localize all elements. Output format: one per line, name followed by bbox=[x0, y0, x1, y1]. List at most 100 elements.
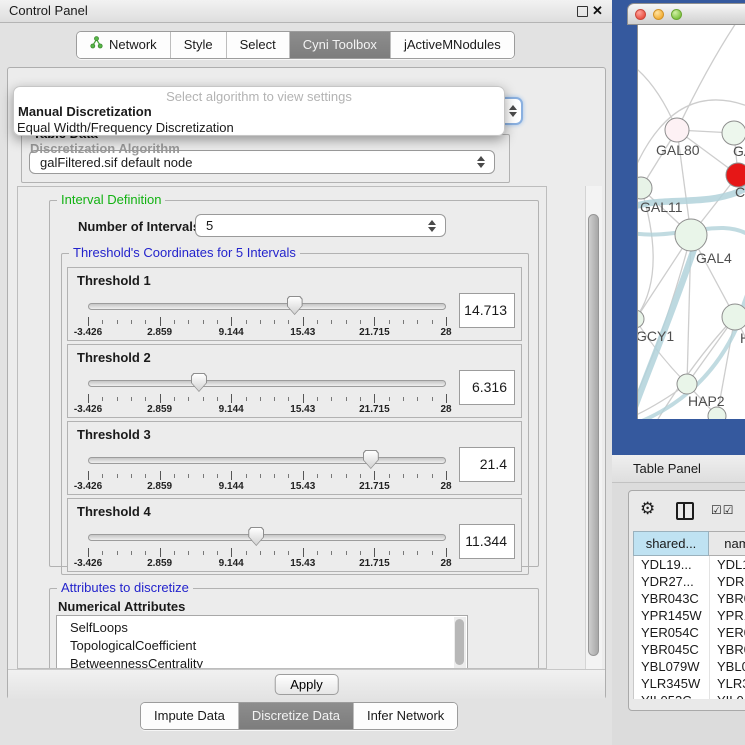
zoom-traffic-light-icon[interactable] bbox=[671, 9, 682, 20]
table-row[interactable]: YBR043CYBR0 bbox=[634, 590, 745, 607]
axis-tick-label: 15.43 bbox=[290, 558, 315, 569]
threshold-1-value-field[interactable]: 14.713 bbox=[459, 293, 515, 328]
spinner-stepper-icon bbox=[428, 220, 437, 232]
network-graph: GAL80GACGAL11GAL4GCY1HHAP2 bbox=[638, 25, 745, 419]
table-cell: YPR1 bbox=[710, 607, 745, 624]
table-row[interactable]: YBL079WYBL0 bbox=[634, 658, 745, 675]
threshold-4-value-field[interactable]: 11.344 bbox=[459, 524, 515, 559]
slider-thumb[interactable] bbox=[287, 296, 303, 315]
table-row[interactable]: YER054CYER0 bbox=[634, 624, 745, 641]
settings-scrollbar-thumb[interactable] bbox=[588, 214, 599, 656]
axis-tick-label: 21.715 bbox=[359, 327, 390, 338]
axis-tick-label: -3.426 bbox=[74, 558, 102, 569]
dropdown-option-manual-discretization[interactable]: Manual Discretization bbox=[18, 104, 152, 119]
close-icon[interactable]: ✕ bbox=[592, 0, 603, 22]
network-window-titlebar[interactable] bbox=[627, 3, 745, 25]
axis-tick-label: 2.859 bbox=[147, 327, 172, 338]
axis-tick-label: 28 bbox=[440, 558, 451, 569]
list-item[interactable]: BetweennessCentrality bbox=[57, 655, 467, 669]
network-view-canvas[interactable]: GAL80GACGAL11GAL4GCY1HHAP2 bbox=[637, 25, 745, 419]
tab-label: Impute Data bbox=[154, 703, 225, 729]
numerical-attributes-list[interactable]: SelfLoops TopologicalCoefficient Between… bbox=[56, 615, 468, 669]
table-row[interactable]: YBR045CYBR0 bbox=[634, 641, 745, 658]
network-node[interactable] bbox=[675, 219, 707, 251]
axis-tick-label: 2.859 bbox=[147, 558, 172, 569]
slider-track bbox=[88, 534, 446, 541]
tab-cyni-toolbox[interactable]: Cyni Toolbox bbox=[290, 32, 391, 58]
number-of-intervals-label: Number of Intervals bbox=[78, 219, 200, 234]
slider-thumb[interactable] bbox=[191, 373, 207, 392]
list-scrollbar-thumb[interactable] bbox=[455, 619, 464, 665]
table-panel-toolbar: ⚙ ☑☑ bbox=[629, 491, 745, 531]
tab-label: Infer Network bbox=[367, 703, 444, 729]
dropdown-option-equal-width-frequency[interactable]: Equal Width/Frequency Discretization bbox=[17, 120, 234, 135]
settings-vertical-scrollbar[interactable] bbox=[585, 186, 602, 669]
network-node-label: GAL11 bbox=[640, 199, 683, 215]
app-root: Control Panel ✕ Network Style Select Cy bbox=[0, 0, 745, 745]
slider-track bbox=[88, 457, 446, 464]
interval-definition-group-title: Interval Definition bbox=[57, 193, 165, 207]
slider-thumb[interactable] bbox=[248, 527, 264, 546]
network-node[interactable] bbox=[722, 121, 745, 145]
slider-ruler bbox=[88, 394, 446, 403]
list-scrollbar[interactable] bbox=[454, 617, 466, 669]
threshold-4-panel: Threshold 4 -3.4262.8599.14415.4321.7152… bbox=[67, 498, 522, 572]
apply-row: Apply bbox=[8, 669, 605, 699]
axis-tick-label: 9.144 bbox=[219, 404, 244, 415]
tab-impute-data[interactable]: Impute Data bbox=[141, 703, 239, 729]
network-node[interactable] bbox=[677, 374, 697, 394]
tab-discretize-data[interactable]: Discretize Data bbox=[239, 703, 354, 729]
gear-icon[interactable]: ⚙ bbox=[640, 499, 655, 519]
network-node[interactable] bbox=[638, 310, 644, 328]
tab-label: jActiveMNodules bbox=[404, 32, 501, 58]
threshold-3-value-field[interactable]: 21.4 bbox=[459, 447, 515, 482]
table-panel-inner: ⚙ ☑☑ shared... name YDL19...YDL1YDR27...… bbox=[628, 490, 745, 711]
thresholds-group: Threshold's Coordinates for 5 Intervals … bbox=[61, 253, 529, 575]
table-row[interactable]: YLR345WYLR3 bbox=[634, 675, 745, 692]
desktop-area: GAL80GACGAL11GAL4GCY1HHAP2 Table Panel ⚙… bbox=[612, 0, 745, 745]
list-item[interactable]: SelfLoops bbox=[57, 619, 467, 637]
column-header-shared-name[interactable]: shared... bbox=[633, 531, 709, 556]
tab-style[interactable]: Style bbox=[171, 32, 227, 58]
split-view-icon[interactable] bbox=[676, 502, 694, 520]
algorithm-combobox-edge[interactable] bbox=[505, 97, 523, 125]
tab-label: Style bbox=[184, 32, 213, 58]
column-header-name[interactable]: name bbox=[709, 531, 745, 556]
table-row[interactable]: YPR145WYPR1 bbox=[634, 607, 745, 624]
threshold-1-panel: Threshold 1 -3.4262.8599.14415.4321.7152… bbox=[67, 267, 522, 341]
table-row[interactable]: YDL19...YDL1 bbox=[634, 556, 745, 573]
axis-tick-label: 9.144 bbox=[219, 481, 244, 492]
minimize-traffic-light-icon[interactable] bbox=[653, 9, 664, 20]
apply-button[interactable]: Apply bbox=[274, 674, 339, 695]
table-row[interactable]: YIL052CYIL0 bbox=[634, 692, 745, 699]
threshold-4-slider[interactable]: -3.4262.8599.14415.4321.71528 bbox=[88, 527, 446, 567]
axis-tick-label: 15.43 bbox=[290, 404, 315, 415]
tab-jactivemnodules[interactable]: jActiveMNodules bbox=[391, 32, 514, 58]
tab-infer-network[interactable]: Infer Network bbox=[354, 703, 457, 729]
network-node[interactable] bbox=[665, 118, 689, 142]
slider-ruler bbox=[88, 317, 446, 326]
threshold-3-label: Threshold 3 bbox=[77, 427, 151, 442]
float-window-icon[interactable] bbox=[577, 6, 588, 17]
threshold-1-slider[interactable]: -3.4262.8599.14415.4321.71528 bbox=[88, 296, 446, 336]
discretization-algorithm-group-title: Discretization Algorithm bbox=[30, 141, 180, 156]
close-traffic-light-icon[interactable] bbox=[635, 9, 646, 20]
slider-thumb[interactable] bbox=[363, 450, 379, 469]
tab-select[interactable]: Select bbox=[227, 32, 290, 58]
threshold-2-value-field[interactable]: 6.316 bbox=[459, 370, 515, 405]
interval-definition-group: Interval Definition Number of Intervals … bbox=[49, 200, 539, 567]
network-node[interactable] bbox=[722, 304, 745, 330]
numerical-attributes-label: Numerical Attributes bbox=[58, 599, 185, 614]
number-of-intervals-spinner[interactable]: 5 bbox=[195, 214, 446, 237]
slider-axis-labels: -3.4262.8599.14415.4321.71528 bbox=[88, 558, 446, 570]
axis-tick-label: 9.144 bbox=[219, 327, 244, 338]
table-cell: YDR2 bbox=[710, 573, 745, 590]
threshold-3-slider[interactable]: -3.4262.8599.14415.4321.71528 bbox=[88, 450, 446, 490]
threshold-2-label: Threshold 2 bbox=[77, 350, 151, 365]
list-item[interactable]: TopologicalCoefficient bbox=[57, 637, 467, 655]
select-columns-icon[interactable]: ☑☑ bbox=[711, 503, 735, 517]
tab-network[interactable]: Network bbox=[77, 32, 171, 58]
settings-scroll-area: Interval Definition Number of Intervals … bbox=[17, 186, 547, 669]
table-row[interactable]: YDR27...YDR2 bbox=[634, 573, 745, 590]
threshold-2-slider[interactable]: -3.4262.8599.14415.4321.71528 bbox=[88, 373, 446, 413]
